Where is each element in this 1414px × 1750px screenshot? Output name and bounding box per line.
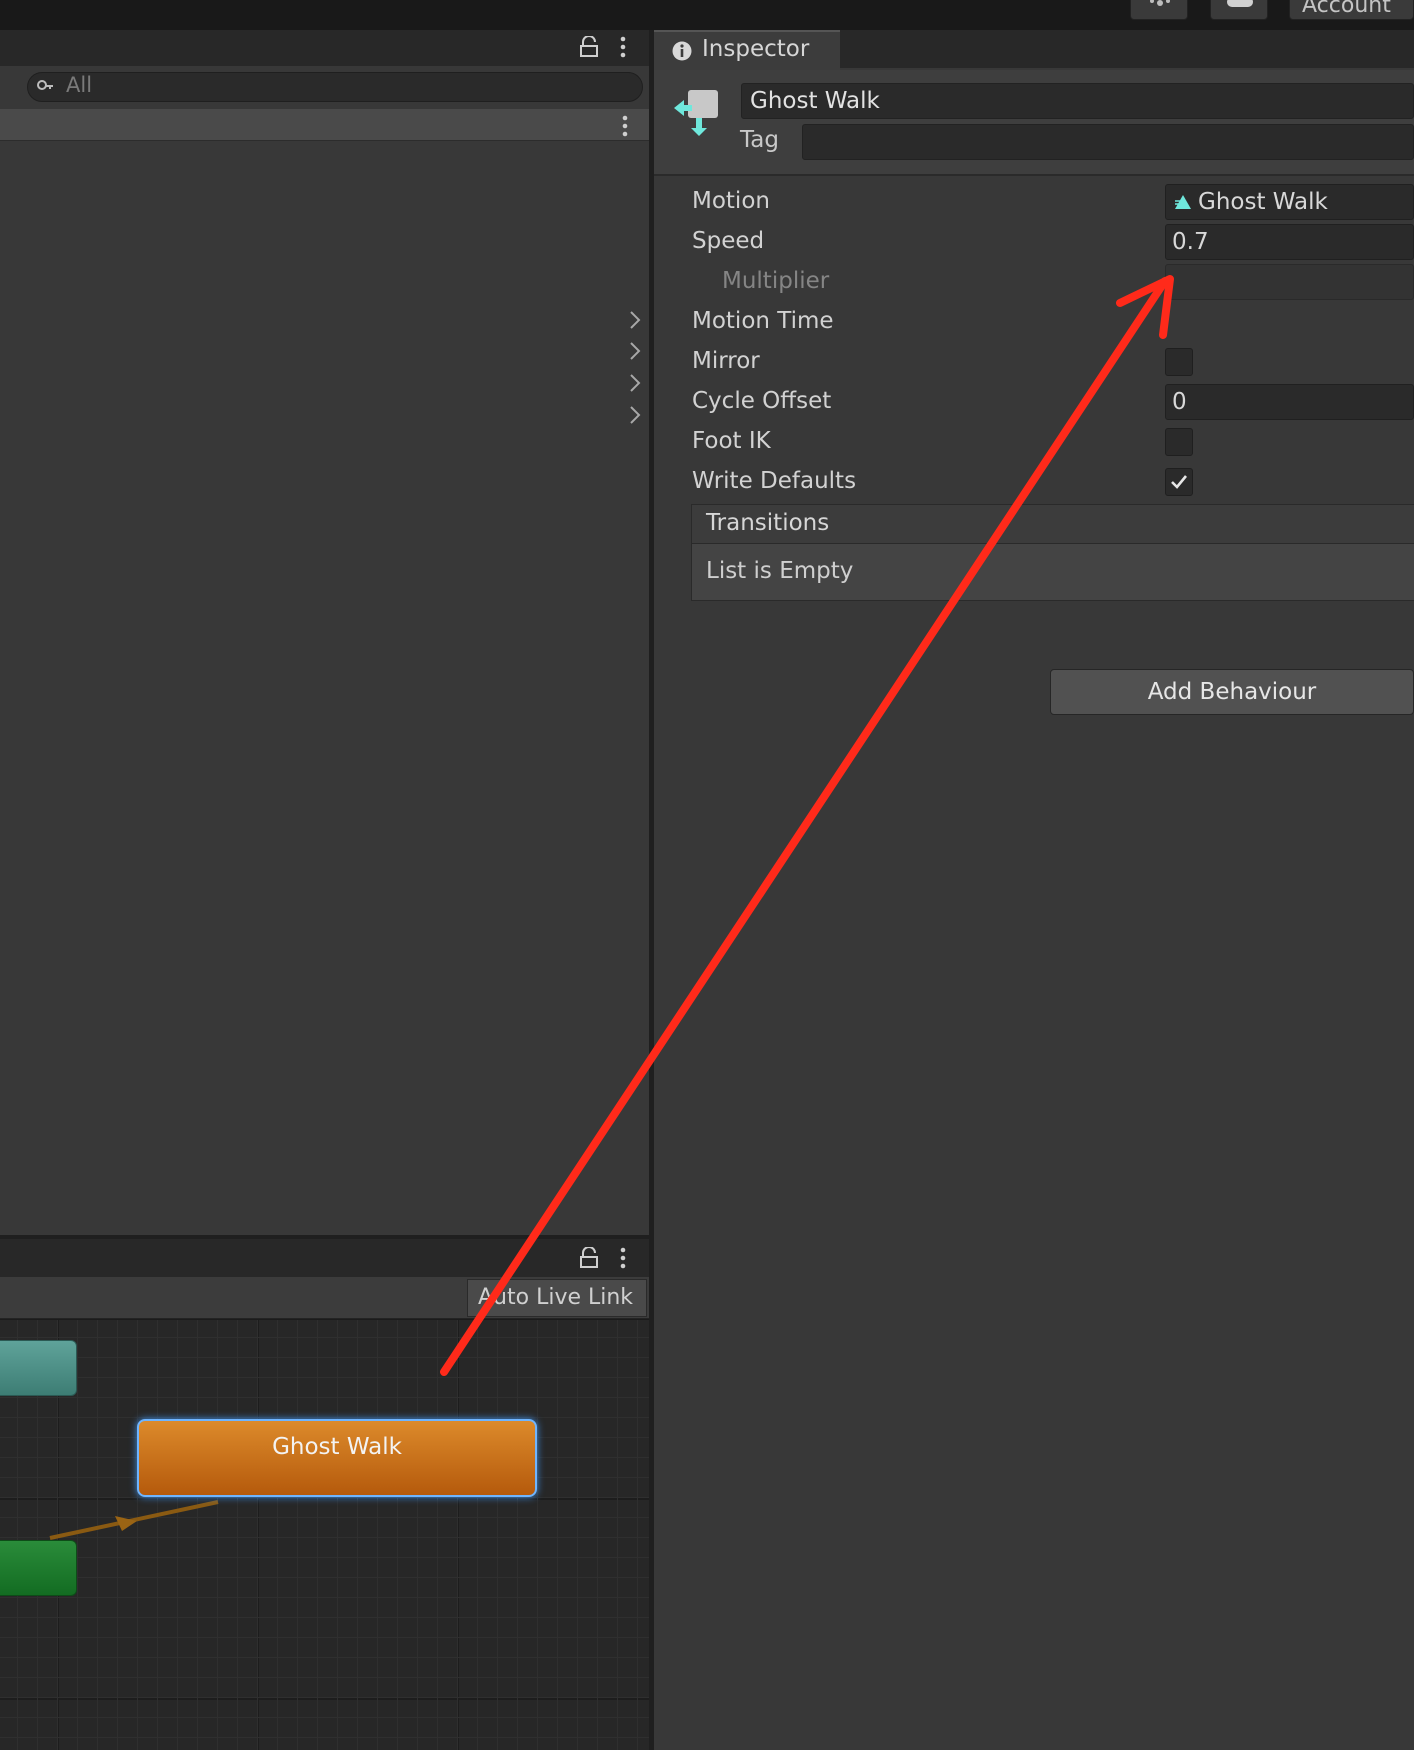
services-button[interactable] [1130,0,1188,20]
motion-value: Ghost Walk [1198,189,1328,215]
hierarchy-panel-header [0,30,649,66]
state-name-field[interactable]: Ghost Walk [741,83,1414,119]
tag-label: Tag [740,127,779,153]
more-options-icon[interactable] [620,36,626,58]
state-node-green[interactable] [0,1540,77,1596]
chevron-right-icon[interactable] [628,373,642,393]
search-icon [37,80,53,90]
collab-button[interactable] [1210,0,1268,20]
hierarchy-search-input[interactable] [27,72,643,102]
multiplier-label: Multiplier [722,268,830,294]
transitions-list-empty: List is Empty [691,543,1414,601]
animation-clip-icon [1175,195,1191,209]
state-node-ghost-walk[interactable]: Ghost Walk [137,1419,537,1497]
add-behaviour-button[interactable]: Add Behaviour [1050,669,1414,715]
cycle-offset-label: Cycle Offset [692,388,832,414]
lock-icon[interactable] [579,36,599,58]
info-icon [672,41,692,61]
chevron-right-icon[interactable] [628,405,642,425]
multiplier-field [1165,264,1414,300]
transitions-list-header: Transitions [691,504,1414,544]
chevron-right-icon[interactable] [628,341,642,361]
write-defaults-checkbox[interactable] [1165,468,1193,496]
animator-state-icon [674,90,718,136]
speed-label: Speed [692,228,765,254]
inspector-tab-label: Inspector [702,36,810,62]
search-placeholder: All [66,73,93,97]
lock-icon[interactable] [579,1247,599,1269]
motion-time-label: Motion Time [692,308,834,334]
top-toolbar: Account [0,0,1414,30]
animator-panel-header [0,1239,649,1277]
account-dropdown[interactable]: Account [1289,0,1414,20]
foot-ik-label: Foot IK [692,428,771,454]
motion-label: Motion [692,188,770,214]
mirror-label: Mirror [692,348,760,374]
motion-field[interactable]: Ghost Walk [1165,184,1414,220]
foot-ik-checkbox[interactable] [1165,428,1193,456]
speed-field[interactable]: 0.7 [1165,224,1414,260]
more-options-icon[interactable] [620,1247,626,1269]
more-options-icon[interactable] [622,115,628,137]
hierarchy-panel [0,30,649,1237]
cloud-services-icon [1150,0,1170,6]
chevron-right-icon[interactable] [628,310,642,330]
cycle-offset-field[interactable]: 0 [1165,384,1414,420]
state-node-entry[interactable] [0,1340,77,1396]
auto-live-link-button[interactable]: Auto Live Link [467,1279,647,1317]
cloud-icon [1227,0,1253,7]
mirror-checkbox[interactable] [1165,348,1193,376]
checkmark-icon [1171,475,1188,489]
hierarchy-subheader [0,109,649,141]
tag-field[interactable] [802,124,1414,160]
write-defaults-label: Write Defaults [692,468,857,494]
